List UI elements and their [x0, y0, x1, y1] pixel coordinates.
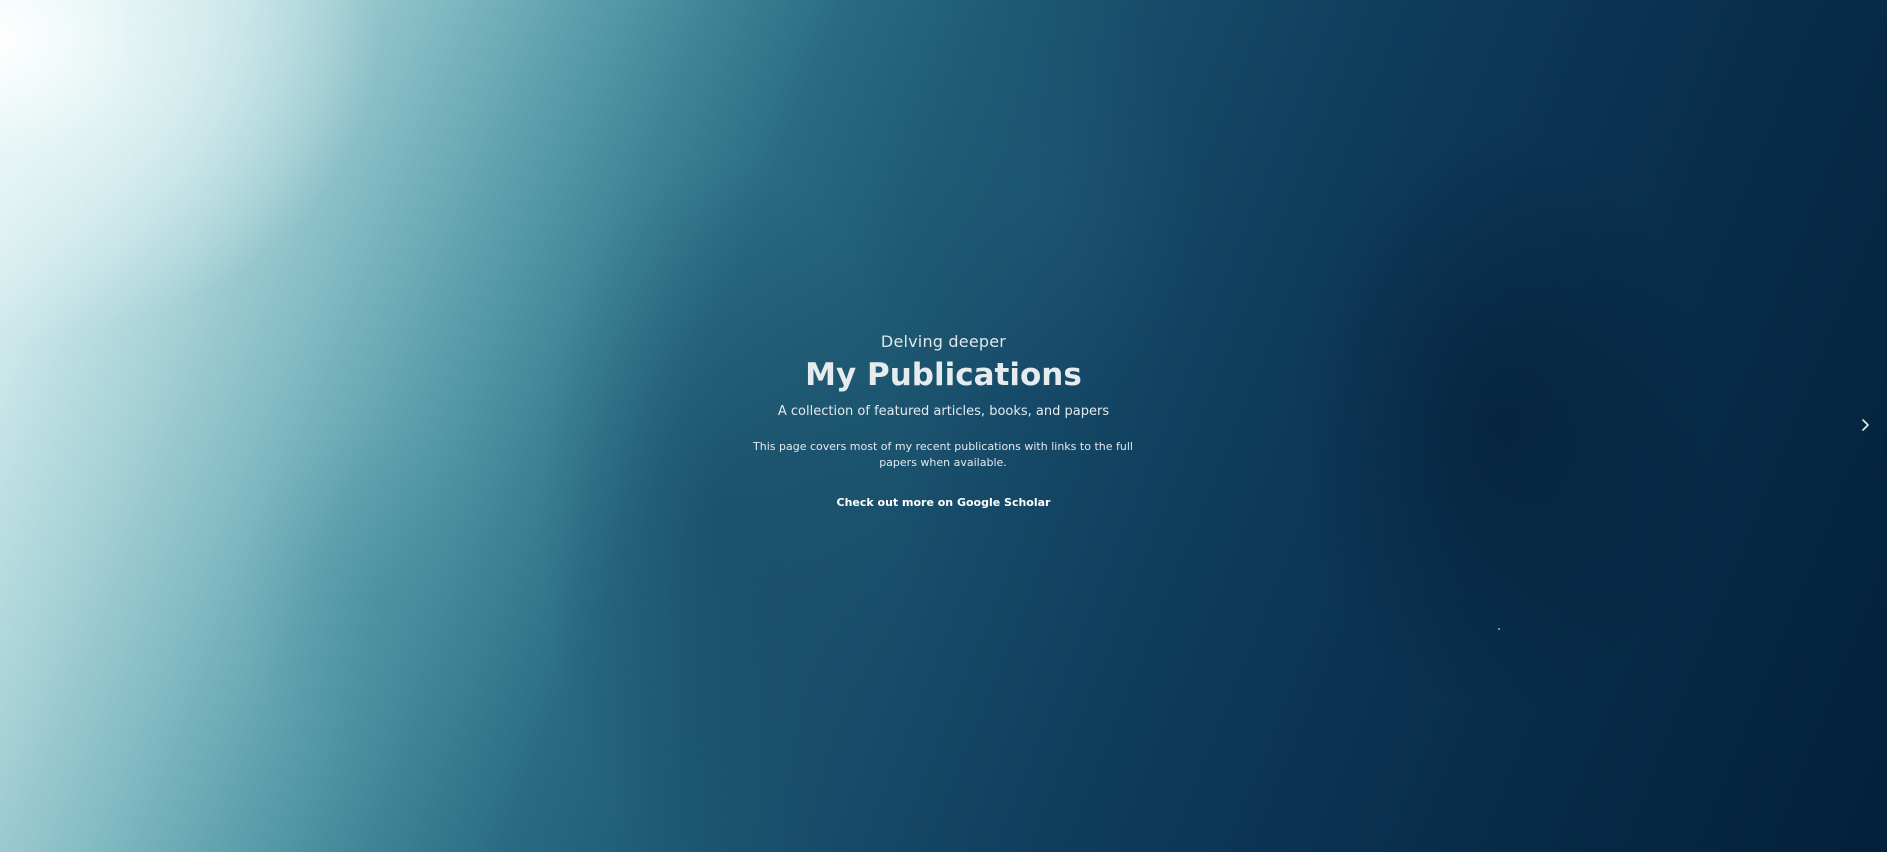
google-scholar-link[interactable]: Check out more on Google Scholar — [0, 496, 1887, 509]
hero-section: Delving deeper My Publications A collect… — [0, 0, 1887, 852]
hero-description: This page covers most of my recent publi… — [753, 440, 1133, 469]
hero-subtitle: A collection of featured articles, books… — [777, 404, 1110, 419]
page-title: My Publications — [805, 357, 1082, 393]
google-scholar-link-label[interactable]: Check out more on Google Scholar — [837, 496, 1051, 509]
chevron-right-icon[interactable] — [1858, 414, 1874, 436]
hero-eyebrow: Delving deeper — [880, 332, 1007, 351]
